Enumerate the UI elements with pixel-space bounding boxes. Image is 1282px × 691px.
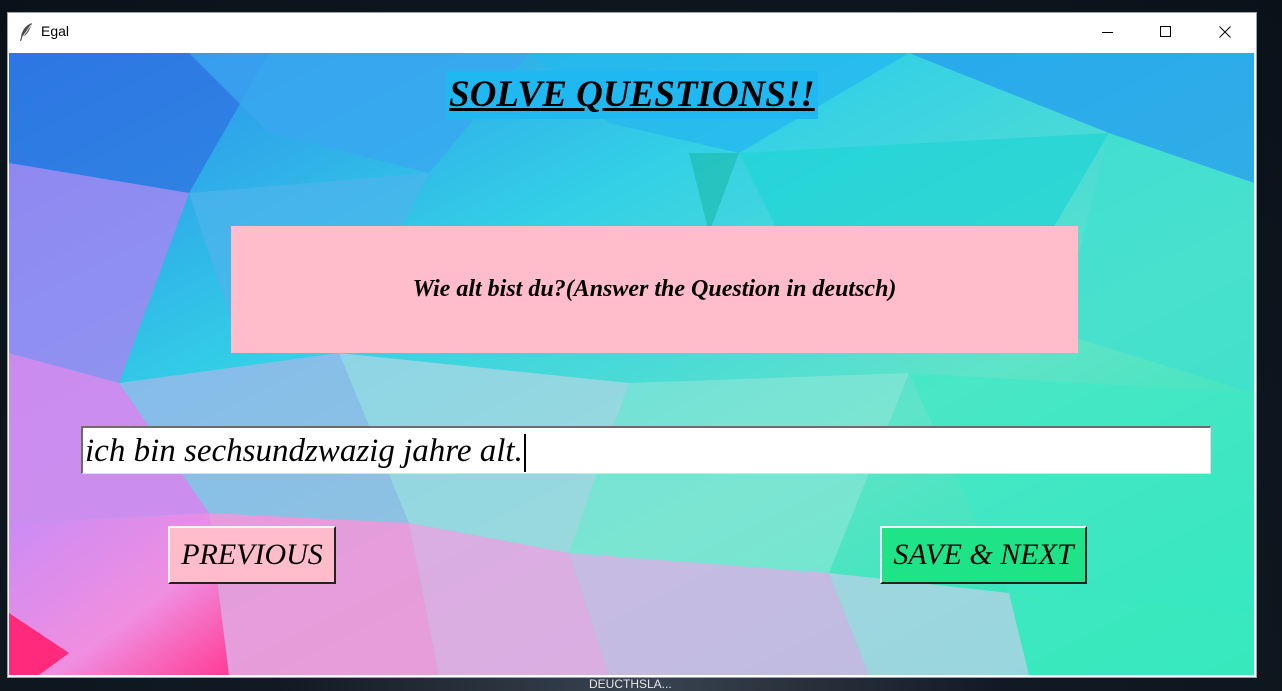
- app-window: Egal SOLVE QUESTIONS!! Wie alt bist du?(…: [8, 13, 1256, 677]
- minimize-icon: [1102, 32, 1113, 33]
- question-text: Wie alt bist du?(Answer the Question in …: [412, 276, 897, 302]
- taskbar-item-label[interactable]: DEUCTHSLA...: [589, 677, 672, 691]
- page-title: SOLVE QUESTIONS!!: [446, 71, 818, 119]
- answer-input[interactable]: ich bin sechsundzwazig jahre alt.: [81, 426, 1211, 474]
- close-icon: [1219, 26, 1231, 38]
- maximize-icon: [1160, 26, 1171, 37]
- text-cursor: [523, 434, 526, 473]
- save-next-button[interactable]: SAVE & NEXT: [880, 526, 1087, 584]
- title-bar[interactable]: Egal: [8, 13, 1256, 51]
- question-panel: Wie alt bist du?(Answer the Question in …: [231, 226, 1078, 353]
- app-canvas: SOLVE QUESTIONS!! Wie alt bist du?(Answe…: [9, 53, 1254, 675]
- minimize-button[interactable]: [1079, 13, 1137, 51]
- answer-value: ich bin sechsundzwazig jahre alt.: [85, 433, 523, 469]
- previous-button[interactable]: PREVIOUS: [168, 526, 336, 584]
- window-title: Egal: [41, 23, 70, 39]
- close-button[interactable]: [1196, 13, 1254, 51]
- maximize-button[interactable]: [1137, 13, 1195, 51]
- feather-icon: [18, 22, 34, 42]
